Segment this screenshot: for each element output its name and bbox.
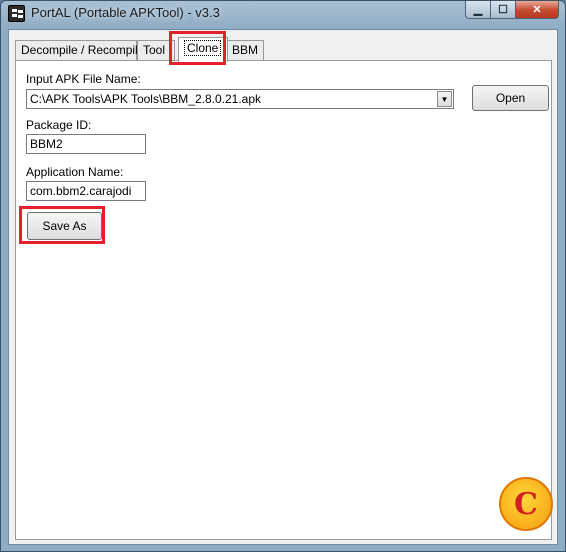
package-id-input[interactable]: BBM2 <box>26 134 146 154</box>
clone-tab-highlight <box>169 31 226 65</box>
tab-label: Tool <box>143 43 166 57</box>
package-id-label: Package ID: <box>26 118 92 132</box>
caption-buttons: ▁ ☐ ✕ <box>465 1 559 19</box>
app-icon[interactable] <box>8 5 25 22</box>
maximize-icon: ☐ <box>498 4 508 16</box>
close-button[interactable]: ✕ <box>516 1 559 19</box>
minimize-icon: ▁ <box>473 4 483 16</box>
open-button-label: Open <box>495 91 526 105</box>
package-id-value: BBM2 <box>30 137 63 151</box>
watermark-logo: C <box>499 477 553 531</box>
tab-bbm[interactable]: BBM <box>226 40 264 61</box>
title-bar[interactable]: PortAL (Portable APKTool) - v3.3 ▁ ☐ ✕ <box>1 1 565 29</box>
dropdown-button[interactable]: ▼ <box>437 91 452 107</box>
application-name-value: com.bbm2.carajodi <box>30 184 132 198</box>
close-icon: ✕ <box>532 4 542 16</box>
clone-panel: Input APK File Name: C:\APK Tools\APK To… <box>15 60 552 540</box>
client-area: Decompile / Recompile Tool Clone BBM Inp… <box>8 29 558 545</box>
main-window: PortAL (Portable APKTool) - v3.3 ▁ ☐ ✕ D… <box>0 0 566 552</box>
chevron-down-icon: ▼ <box>440 94 449 104</box>
minimize-button[interactable]: ▁ <box>465 1 491 19</box>
maximize-button[interactable]: ☐ <box>491 1 516 19</box>
save-as-highlight <box>19 206 105 244</box>
tab-label: BBM <box>232 43 259 57</box>
tab-decompile-recompile[interactable]: Decompile / Recompile <box>15 40 144 61</box>
application-name-input[interactable]: com.bbm2.carajodi <box>26 181 146 201</box>
tab-label: Decompile / Recompile <box>21 43 145 57</box>
application-name-label: Application Name: <box>26 165 124 179</box>
apk-file-label: Input APK File Name: <box>26 72 141 86</box>
apk-file-value: C:\APK Tools\APK Tools\BBM_2.8.0.21.apk <box>30 92 262 106</box>
apk-file-combobox[interactable]: C:\APK Tools\APK Tools\BBM_2.8.0.21.apk … <box>26 89 454 109</box>
watermark-letter: C <box>514 486 538 522</box>
open-button[interactable]: Open <box>472 85 549 111</box>
window-title: PortAL (Portable APKTool) - v3.3 <box>31 5 220 20</box>
